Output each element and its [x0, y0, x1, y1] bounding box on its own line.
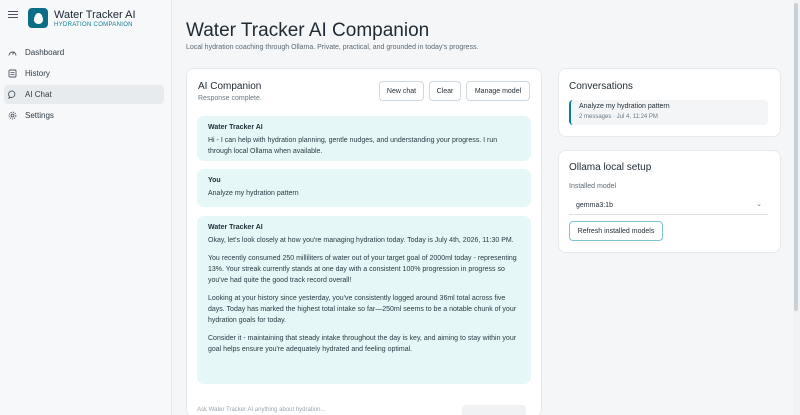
history-icon	[8, 69, 17, 78]
assistant-message: Water Tracker AI Okay, let's look closel…	[197, 216, 531, 384]
message-text: Okay, let's look closely at how you're m…	[208, 237, 514, 244]
refresh-models-button[interactable]: Refresh installed models	[569, 221, 663, 241]
sidebar-nav: Dashboard History AI Chat Settings	[4, 43, 164, 127]
gear-icon	[8, 111, 17, 120]
conversation-name: Analyze my hydration pattern	[579, 103, 670, 110]
page-subtitle: Local hydration coaching through Ollama.…	[186, 44, 479, 51]
ollama-setup-panel: Ollama local setup Installed model gemma…	[558, 150, 781, 253]
sidebar-item-ai-chat[interactable]: AI Chat	[4, 85, 164, 104]
conversations-title: Conversations	[569, 81, 633, 92]
user-message: You Analyze my hydration pattern	[197, 169, 531, 207]
model-select[interactable]: gemma3:1b ⌄	[569, 197, 768, 215]
chat-title: AI Companion	[198, 81, 262, 92]
sidebar-item-label: AI Chat	[25, 90, 52, 99]
message-text: Looking at your history since yesterday,…	[208, 295, 517, 324]
manage-model-button[interactable]: Manage model	[466, 81, 530, 101]
scrollbar[interactable]	[793, 0, 800, 415]
message-text: You recently consumed 250 milliliters of…	[208, 255, 517, 284]
dashboard-icon	[8, 48, 17, 57]
clear-button[interactable]: Clear	[429, 81, 461, 101]
water-drop-icon	[33, 12, 43, 24]
scrollbar-thumb[interactable]	[794, 3, 798, 311]
page-title: Water Tracker AI Companion	[186, 20, 430, 41]
sidebar: Water Tracker AI HYDRATION COMPANION Das…	[0, 0, 172, 415]
app-title: Water Tracker AI	[54, 9, 136, 21]
selected-model-value: gemma3:1b	[576, 202, 613, 209]
message-sender: Water Tracker AI	[208, 224, 263, 231]
sidebar-item-settings[interactable]: Settings	[4, 106, 164, 125]
hamburger-menu-icon[interactable]	[8, 11, 18, 19]
new-chat-button[interactable]: New chat	[379, 81, 424, 101]
chat-input[interactable]: Ask Water Tracker AI anything about hydr…	[197, 407, 497, 413]
app-subtitle: HYDRATION COMPANION	[54, 22, 133, 28]
sidebar-item-label: Dashboard	[25, 48, 65, 57]
assistant-message: Water Tracker AI Hi - I can help with hy…	[197, 116, 531, 161]
sidebar-item-dashboard[interactable]: Dashboard	[4, 43, 164, 62]
conversation-item[interactable]: Analyze my hydration pattern 2 messages …	[569, 100, 768, 125]
chat-panel: AI Companion Response complete. New chat…	[186, 68, 542, 415]
message-sender: Water Tracker AI	[208, 124, 263, 131]
send-button[interactable]	[462, 405, 526, 415]
chevron-down-icon: ⌄	[756, 201, 762, 208]
sidebar-item-label: History	[25, 69, 50, 78]
sidebar-item-label: Settings	[25, 111, 54, 120]
conversation-meta: 2 messages · Jul 4, 11:24 PM	[579, 114, 658, 120]
installed-model-label: Installed model	[569, 183, 617, 190]
ollama-title: Ollama local setup	[569, 162, 652, 173]
app-logo	[28, 8, 48, 28]
message-text: Hi - I can help with hydration planning,…	[208, 137, 498, 155]
sidebar-item-history[interactable]: History	[4, 64, 164, 83]
message-sender: You	[208, 177, 221, 184]
message-text: Analyze my hydration pattern	[208, 190, 299, 197]
message-text: Consider it - maintaining that steady in…	[208, 335, 517, 353]
chat-icon	[8, 90, 17, 99]
conversations-panel: Conversations Analyze my hydration patte…	[558, 68, 781, 137]
chat-status: Response complete.	[198, 95, 262, 102]
